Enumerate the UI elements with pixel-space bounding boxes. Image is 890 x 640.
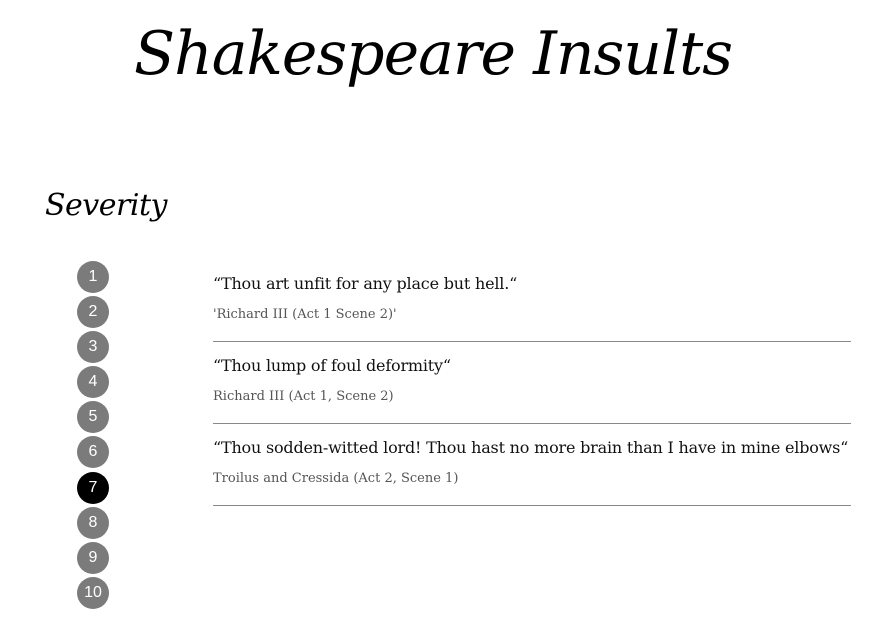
severity-button-4[interactable]: 4 xyxy=(77,366,109,399)
quote-text: “Thou art unfit for any place but hell.“ xyxy=(213,274,518,293)
quote-text: “Thou lump of foul deformity“ xyxy=(213,356,451,375)
severity-button-6[interactable]: 6 xyxy=(77,436,109,469)
quote-source: Richard III (Act 1, Scene 2) xyxy=(213,388,394,404)
page-title: Shakespeare Insults xyxy=(134,19,733,89)
severity-button-7[interactable]: 7 xyxy=(77,471,109,504)
quote-item: “Thou art unfit for any place but hell.“… xyxy=(213,262,851,342)
quote-item: “Thou lump of foul deformity“ Richard II… xyxy=(213,342,851,424)
quote-source: 'Richard III (Act 1 Scene 2)' xyxy=(213,306,397,322)
severity-button-5[interactable]: 5 xyxy=(77,401,109,434)
quote-list: “Thou art unfit for any place but hell.“… xyxy=(213,262,851,506)
severity-button-3[interactable]: 3 xyxy=(77,331,109,364)
quote-source: Troilus and Cressida (Act 2, Scene 1) xyxy=(213,470,459,486)
quote-text: “Thou sodden-witted lord! Thou hast no m… xyxy=(213,438,849,457)
severity-button-2[interactable]: 2 xyxy=(77,296,109,329)
quote-item: “Thou sodden-witted lord! Thou hast no m… xyxy=(213,424,851,506)
severity-button-9[interactable]: 9 xyxy=(77,541,109,574)
severity-heading: Severity xyxy=(45,188,167,223)
severity-selector: 1 2 3 4 5 6 7 8 9 10 xyxy=(77,261,109,612)
severity-button-10[interactable]: 10 xyxy=(77,576,109,609)
severity-button-1[interactable]: 1 xyxy=(77,261,109,293)
severity-button-8[interactable]: 8 xyxy=(77,506,109,539)
